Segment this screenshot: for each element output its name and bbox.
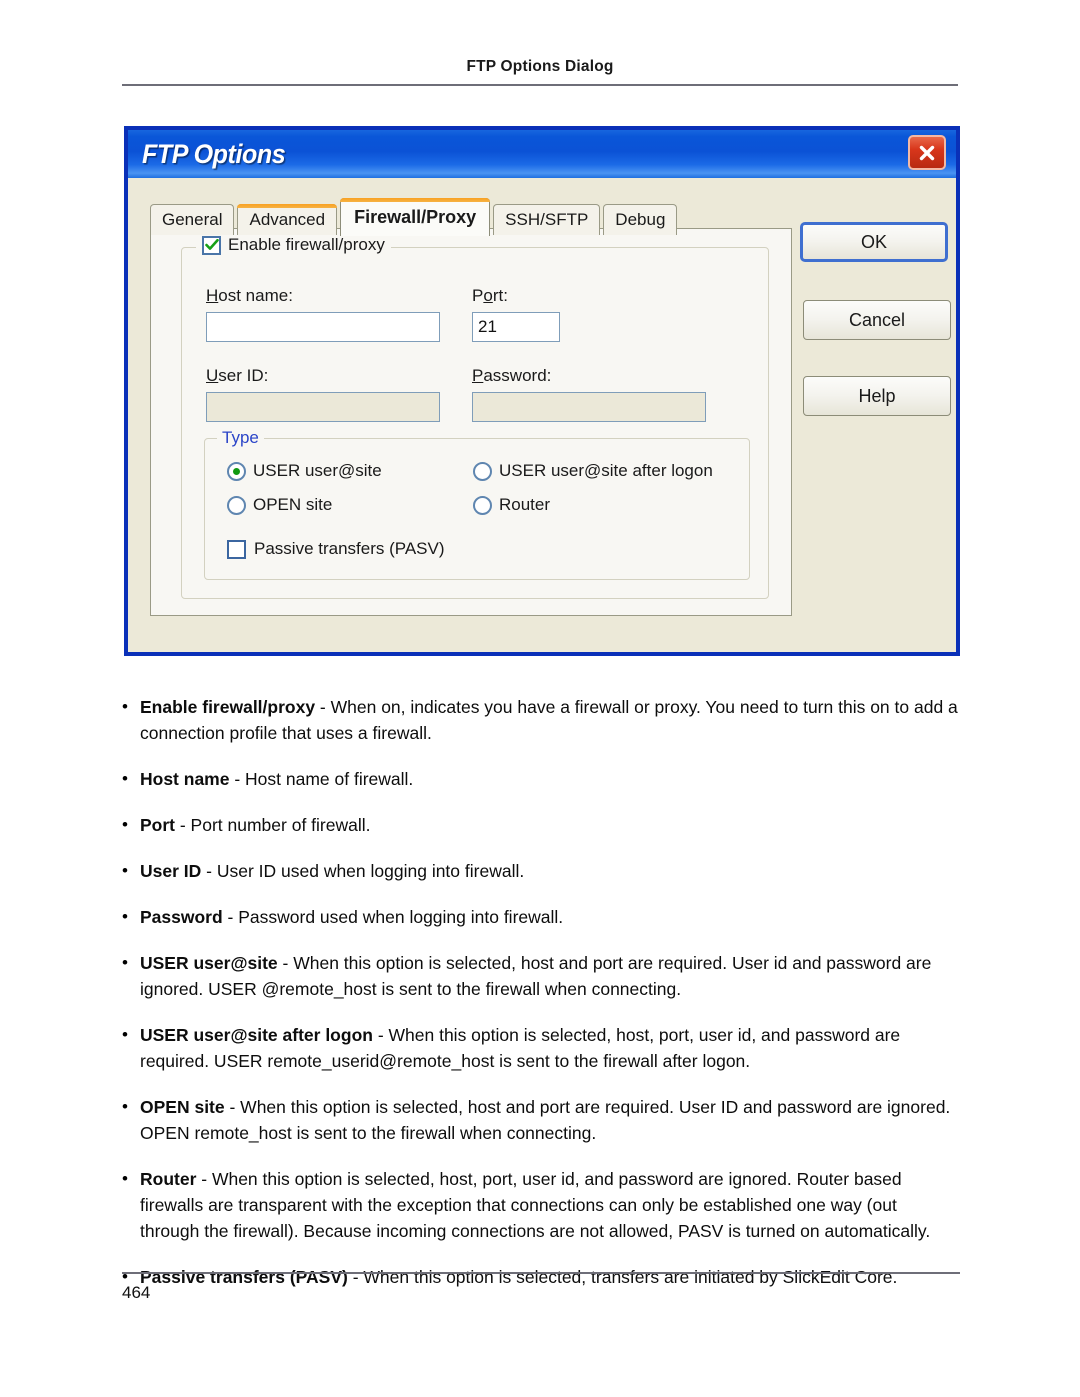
- radio-user-at-site-after-logon[interactable]: USER user@site after logon: [473, 461, 713, 481]
- radio-user-at-site[interactable]: USER user@site: [227, 461, 382, 481]
- radio-user-at-site-after-logon-label: USER user@site after logon: [499, 461, 713, 480]
- firewall-group-box: Enable firewall/proxy Host name: Port: 2…: [181, 235, 769, 599]
- bullet-term: OPEN site: [140, 1097, 225, 1117]
- bullet-rest: - When this option is selected, host, po…: [140, 1169, 931, 1241]
- ftp-options-dialog: FTP Options General Advanced Firewall/Pr…: [124, 126, 960, 656]
- tab-ssh-sftp[interactable]: SSH/SFTP: [493, 204, 601, 235]
- user-id-label: User ID:: [206, 366, 269, 385]
- radio-router-label: Router: [499, 495, 551, 514]
- radio-circle: [227, 495, 246, 515]
- bullet-body: User ID - User ID used when logging into…: [140, 858, 524, 884]
- list-item: • Port - Port number of firewall.: [122, 812, 960, 838]
- list-item: • Password - Password used when logging …: [122, 904, 960, 930]
- bullet-term: Port: [140, 815, 175, 835]
- bullet-rest: - Host name of firewall.: [229, 769, 414, 789]
- tab-general[interactable]: General: [150, 204, 235, 235]
- close-icon[interactable]: [908, 135, 946, 170]
- checkbox-box: [227, 539, 246, 559]
- ok-button[interactable]: OK: [800, 222, 948, 262]
- type-group-legend: Type: [217, 428, 264, 448]
- tab-firewall-proxy[interactable]: Firewall/Proxy: [340, 198, 491, 236]
- checkbox-box: [202, 235, 221, 255]
- page-footer: 464: [122, 1272, 960, 1303]
- enable-firewall-proxy-label: Enable firewall/proxy: [228, 235, 385, 254]
- bullet-term: Enable firewall/proxy: [140, 697, 316, 717]
- bullet-term: USER user@site after logon: [140, 1025, 373, 1045]
- tab-advanced[interactable]: Advanced: [237, 204, 338, 235]
- dialog-body: General Advanced Firewall/Proxy SSH/SFTP…: [128, 178, 956, 652]
- bullet-icon: •: [122, 907, 128, 926]
- checkmark-icon: [204, 239, 219, 250]
- page-number: 464: [122, 1283, 151, 1302]
- radio-circle: [473, 495, 492, 515]
- list-item: • OPEN site - When this option is select…: [122, 1094, 960, 1146]
- password-label: Password:: [472, 366, 552, 385]
- tab-debug[interactable]: Debug: [603, 204, 678, 235]
- list-item: • Host name - Host name of firewall.: [122, 766, 960, 792]
- description-list: • Enable firewall/proxy - When on, indic…: [122, 694, 960, 1310]
- bullet-body: USER user@site - When this option is sel…: [140, 950, 960, 1002]
- radio-dot: [233, 467, 240, 475]
- footer-divider: [122, 1272, 960, 1274]
- passive-transfers-checkbox[interactable]: Passive transfers (PASV): [227, 539, 445, 559]
- list-item: • Router - When this option is selected,…: [122, 1166, 960, 1244]
- list-item: • USER user@site after logon - When this…: [122, 1022, 960, 1074]
- bullet-body: Password - Password used when logging in…: [140, 904, 563, 930]
- passive-transfers-label: Passive transfers (PASV): [254, 539, 445, 558]
- bullet-rest: - User ID used when logging into firewal…: [201, 861, 525, 881]
- header-divider: [122, 84, 958, 86]
- bullet-icon: •: [122, 861, 128, 880]
- help-button[interactable]: Help: [803, 376, 951, 416]
- bullet-body: Port - Port number of firewall.: [140, 812, 370, 838]
- enable-firewall-proxy-checkbox[interactable]: Enable firewall/proxy: [196, 235, 391, 255]
- radio-circle: [473, 461, 492, 481]
- host-name-input[interactable]: [206, 312, 440, 342]
- bullet-term: Password: [140, 907, 223, 927]
- radio-circle: [227, 461, 246, 481]
- bullet-icon: •: [122, 815, 128, 834]
- bullet-term: Router: [140, 1169, 197, 1189]
- bullet-icon: •: [122, 953, 128, 972]
- bullet-icon: •: [122, 769, 128, 788]
- host-name-label: Host name:: [206, 286, 293, 305]
- bullet-rest: - Password used when logging into firewa…: [222, 907, 564, 927]
- bullet-icon: •: [122, 697, 128, 716]
- type-group-box: Type USER user@site USER user@site after…: [204, 428, 750, 580]
- list-item: • Enable firewall/proxy - When on, indic…: [122, 694, 960, 746]
- radio-user-at-site-label: USER user@site: [253, 461, 382, 480]
- bullet-rest: - When this option is selected, host and…: [140, 1097, 951, 1143]
- bullet-body: USER user@site after logon - When this o…: [140, 1022, 960, 1074]
- bullet-term: USER user@site: [140, 953, 278, 973]
- bullet-icon: •: [122, 1025, 128, 1044]
- page-title: FTP Options Dialog: [466, 58, 614, 75]
- bullet-term: Host name: [140, 769, 230, 789]
- password-input[interactable]: [472, 392, 706, 422]
- bullet-rest: - Port number of firewall.: [175, 815, 371, 835]
- radio-open-site-label: OPEN site: [253, 495, 333, 514]
- dialog-title: FTP Options: [142, 138, 286, 169]
- bullet-icon: •: [122, 1169, 128, 1188]
- list-item: • USER user@site - When this option is s…: [122, 950, 960, 1002]
- cancel-button[interactable]: Cancel: [803, 300, 951, 340]
- radio-router[interactable]: Router: [473, 495, 550, 515]
- tab-strip: General Advanced Firewall/Proxy SSH/SFTP…: [150, 198, 680, 236]
- bullet-body: Host name - Host name of firewall.: [140, 766, 413, 792]
- bullet-icon: •: [122, 1097, 128, 1116]
- bullet-body: OPEN site - When this option is selected…: [140, 1094, 960, 1146]
- radio-open-site[interactable]: OPEN site: [227, 495, 332, 515]
- list-item: • User ID - User ID used when logging in…: [122, 858, 960, 884]
- page-header: FTP Options Dialog: [122, 58, 958, 86]
- user-id-input[interactable]: [206, 392, 440, 422]
- bullet-body: Router - When this option is selected, h…: [140, 1166, 960, 1244]
- port-input[interactable]: 21: [472, 312, 560, 342]
- bullet-body: Enable firewall/proxy - When on, indicat…: [140, 694, 960, 746]
- tab-panel-firewall-proxy: Enable firewall/proxy Host name: Port: 2…: [150, 228, 792, 616]
- bullet-term: User ID: [140, 861, 202, 881]
- port-label: Port:: [472, 286, 508, 305]
- dialog-titlebar: FTP Options: [128, 130, 956, 178]
